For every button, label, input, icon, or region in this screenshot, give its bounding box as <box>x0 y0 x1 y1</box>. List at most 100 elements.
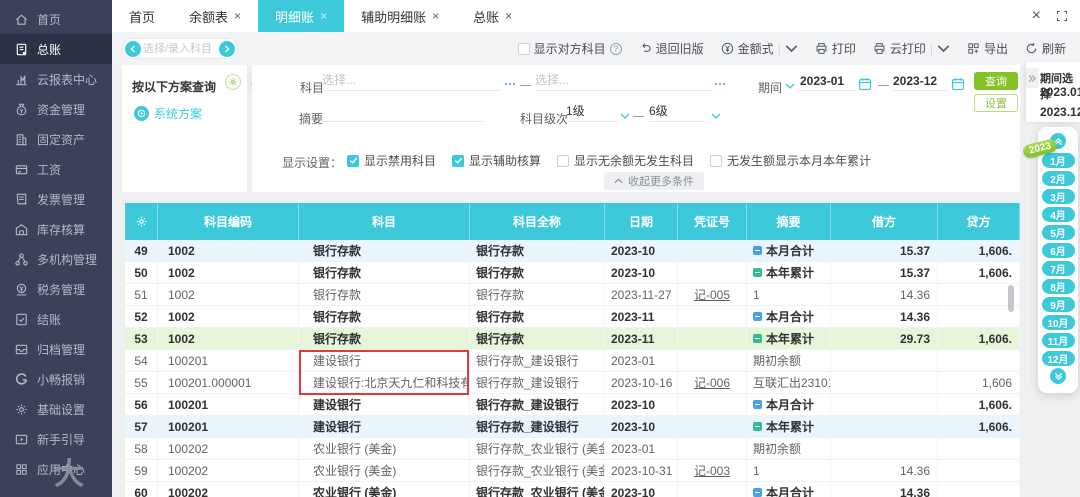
chevron-down-icon[interactable] <box>711 113 721 120</box>
expand-right-icon[interactable] <box>1026 68 1039 88</box>
tab-close-icon[interactable]: × <box>320 9 327 23</box>
tab-close-icon[interactable]: × <box>505 9 512 23</box>
tab-5[interactable]: 总账 × <box>456 0 529 32</box>
sidebar-item-6[interactable]: 工资 <box>0 154 112 184</box>
collapse-more-button[interactable]: 收起更多条件 <box>604 172 704 190</box>
checkbox-unchecked[interactable] <box>710 154 723 167</box>
close-all-tabs-icon[interactable]: × <box>1032 7 1041 25</box>
level-to-select[interactable]: 6级 <box>649 104 705 122</box>
month-pill-4[interactable]: 4月 <box>1041 206 1075 222</box>
sidebar-item-8[interactable]: 库存核算 <box>0 214 112 244</box>
table-row[interactable]: 52 1002 银行存款 银行存款 2023-11 本月合计 14.36 <box>125 306 1020 328</box>
table-row[interactable]: 49 1002 银行存款 银行存款 2023-10 本月合计 15.37 1,606. <box>125 240 1020 262</box>
fullscreen-icon[interactable] <box>1056 10 1068 22</box>
month-pill-1[interactable]: 1月 <box>1041 152 1075 168</box>
sidebar-item-15[interactable]: 新手引导 <box>0 424 112 454</box>
tab-close-icon[interactable]: × <box>234 9 241 23</box>
level-from-select[interactable]: 1级 <box>566 104 618 122</box>
vertical-scrollbar-thumb[interactable] <box>1008 285 1014 312</box>
tab-3[interactable]: 明细账 × <box>258 0 345 32</box>
table-settings-gear-icon[interactable] <box>125 203 158 240</box>
period-from-input[interactable]: 2023-01 <box>800 73 856 91</box>
query-button[interactable]: 查询 <box>974 72 1018 90</box>
show-opposite-toggle[interactable]: 显示对方科目 ? <box>517 40 622 57</box>
sidebar-item-1[interactable]: 首页 <box>0 4 112 34</box>
subject-from-select[interactable]: 选择... <box>322 73 500 91</box>
cloud-print-button[interactable]: 云打印 | <box>873 40 950 57</box>
subject-from-more-icon[interactable] <box>503 77 517 91</box>
month-pill-3[interactable]: 3月 <box>1041 188 1075 204</box>
period-to-input[interactable]: 2023-12 <box>893 73 949 91</box>
tab-2[interactable]: 余额表 × <box>172 0 258 32</box>
subject-search-input[interactable] <box>143 42 217 55</box>
voucher-link[interactable]: 记-006 <box>694 374 730 391</box>
month-pill-5[interactable]: 5月 <box>1041 224 1075 240</box>
sidebar-item-13[interactable]: 小畅报销 <box>0 364 112 394</box>
table-row[interactable]: 58 100202 农业银行 (美金) 银行存款_农业银行 (美金) 2023-01 期初… <box>125 438 1020 460</box>
sidebar-item-5[interactable]: 固定资产 <box>0 124 112 154</box>
sidebar-item-14[interactable]: 基础设置 <box>0 394 112 424</box>
table-row[interactable]: 55100201.000001建设银行:北京天九仁和科技有限公司银行存款_建设银… <box>125 372 1020 394</box>
display-option-4[interactable]: 无发生额显示本月本年累计 <box>710 152 871 169</box>
period-chevron-down-icon[interactable] <box>785 83 795 90</box>
period-to-value[interactable]: 2023.12 <box>1040 105 1080 119</box>
display-option-1[interactable]: 显示禁用科目 <box>347 152 436 169</box>
table-row[interactable]: 54 100201 建设银行 银行存款_建设银行 2023-01 期初余额 <box>125 350 1020 372</box>
table-row[interactable]: 60 100202 农业银行 (美金) 银行存款_农业银行 (美金) 2023-10 本月… <box>125 482 1020 497</box>
subject-search[interactable] <box>122 38 238 59</box>
sidebar-item-12[interactable]: 归档管理 <box>0 334 112 364</box>
scheme-settings-gear-icon[interactable] <box>225 74 241 90</box>
period-from-value[interactable]: 2023.01 <box>1040 85 1080 99</box>
table-row[interactable]: 53 1002 银行存款 银行存款 2023-11 本年累计 29.73 1,606. <box>125 328 1020 350</box>
subject-to-select[interactable]: 选择... <box>535 73 713 91</box>
sidebar-item-16[interactable]: 应用中心 <box>0 454 112 484</box>
help-question-icon[interactable]: ? <box>609 42 622 55</box>
chevron-down-icon[interactable] <box>620 113 630 120</box>
prev-subject-icon[interactable] <box>125 40 141 57</box>
sidebar-item-3[interactable]: 云报表中心 <box>0 64 112 94</box>
month-pill-11[interactable]: 11月 <box>1041 332 1075 348</box>
next-subject-icon[interactable] <box>219 40 235 57</box>
month-pill-9[interactable]: 9月 <box>1041 296 1075 312</box>
table-row[interactable]: 57 100201 建设银行 银行存款_建设银行 2023-10 本年累计 1,606. <box>125 416 1020 438</box>
sidebar-item-7[interactable]: 发票管理 <box>0 184 112 214</box>
table-row[interactable]: 56 100201 建设银行 银行存款_建设银行 2023-10 本月合计 1,606. <box>125 394 1020 416</box>
display-option-3[interactable]: 显示无余额无发生科目 <box>557 152 694 169</box>
sidebar-item-2[interactable]: 总账 <box>0 34 112 64</box>
scroll-down-icon[interactable] <box>1050 368 1066 384</box>
month-pill-10[interactable]: 10月 <box>1041 314 1075 330</box>
settings-button[interactable]: 设置 <box>974 94 1018 112</box>
month-pill-8[interactable]: 8月 <box>1041 278 1075 294</box>
calendar-icon[interactable] <box>858 77 872 91</box>
show-opposite-checkbox[interactable] <box>517 42 530 55</box>
month-pill-12[interactable]: 12月 <box>1041 350 1075 366</box>
table-row[interactable]: 51 1002 银行存款 银行存款 2023-11-27 记-005 1 14.36 <box>125 284 1020 306</box>
display-option-2[interactable]: 显示辅助核算 <box>452 152 541 169</box>
month-pill-6[interactable]: 6月 <box>1041 242 1075 258</box>
system-scheme-item[interactable]: 系统方案 <box>134 105 202 122</box>
month-pill-2[interactable]: 2月 <box>1041 170 1075 186</box>
table-row[interactable]: 50 1002 银行存款 银行存款 2023-10 本年累计 15.37 1,606. <box>125 262 1020 284</box>
checkbox-unchecked[interactable] <box>557 154 570 167</box>
calendar-icon[interactable] <box>951 77 965 91</box>
sidebar-item-9[interactable]: 多机构管理 <box>0 244 112 274</box>
sidebar-item-4[interactable]: 资金管理 <box>0 94 112 124</box>
voucher-link[interactable]: 记-003 <box>694 462 730 479</box>
table-row[interactable]: 59 100202 农业银行 (美金) 银行存款_农业银行 (美金) 2023-10-3… <box>125 460 1020 482</box>
sidebar-item-11[interactable]: 结账 <box>0 304 112 334</box>
subject-to-more-icon[interactable] <box>713 77 727 91</box>
checkbox-checked[interactable] <box>452 154 465 167</box>
export-button[interactable]: 导出 <box>967 40 1008 57</box>
voucher-link[interactable]: 记-005 <box>694 286 730 303</box>
amount-style-button[interactable]: 金额式 | <box>721 40 798 57</box>
checkbox-checked[interactable] <box>347 154 359 167</box>
print-button[interactable]: 打印 <box>815 40 856 57</box>
tab-4[interactable]: 辅助明细账 × <box>344 0 456 32</box>
tab-1[interactable]: 首页 <box>112 0 172 32</box>
refresh-button[interactable]: 刷新 <box>1025 40 1066 57</box>
return-old-version-button[interactable]: 退回旧版 <box>639 40 704 57</box>
tab-close-icon[interactable]: × <box>432 9 439 23</box>
month-pill-7[interactable]: 7月 <box>1041 260 1075 276</box>
sidebar-item-10[interactable]: 税务管理 <box>0 274 112 304</box>
summary-input[interactable] <box>322 104 483 122</box>
